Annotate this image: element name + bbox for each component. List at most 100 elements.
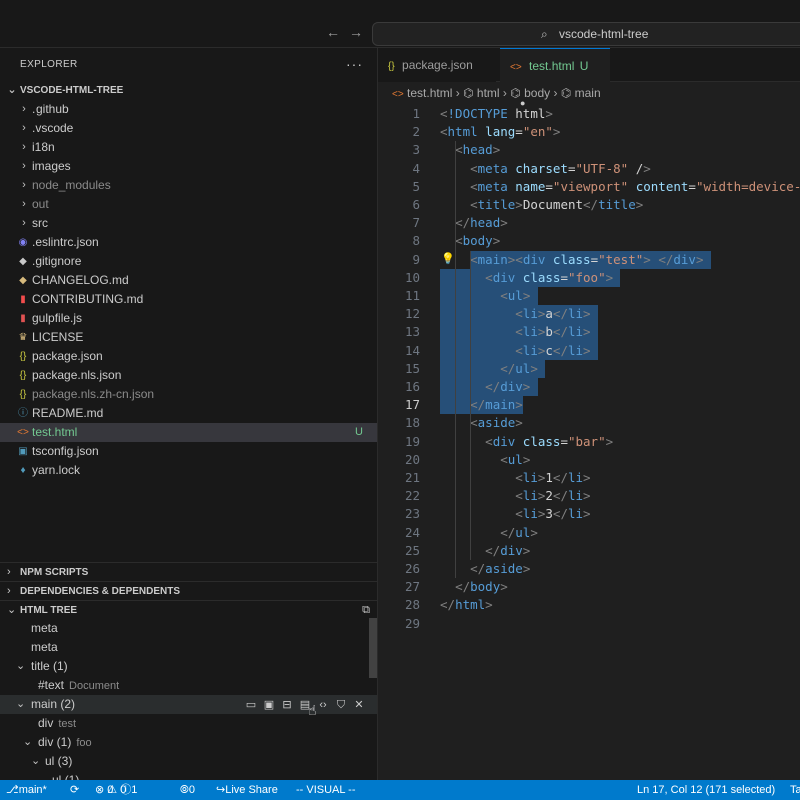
code-line[interactable]: <title>Document</title> [440,196,643,214]
file-item[interactable]: {} package.json [0,347,377,366]
code-line[interactable]: <meta name="viewport" content="width=dev… [440,178,800,196]
more-actions-icon[interactable]: ··· [346,48,363,81]
code-line[interactable]: <li>1</li> [440,469,590,487]
code-line[interactable]: <html lang="en"> [440,123,560,141]
code-line[interactable]: <div class="foo"> [440,269,613,287]
breadcrumb-html[interactable]: html [477,86,500,100]
file-item[interactable]: ◆ .gitignore [0,252,377,271]
breadcrumb-file[interactable]: test.html [407,86,452,100]
tree-row-actions: ▭ ▣ ⊟ ▤ ‹› ⛉ ✕ [244,695,366,714]
scrollbar-thumb[interactable] [369,618,377,678]
npm-scripts-label: NPM SCRIPTS [20,567,89,578]
folder-item[interactable]: › .vscode [0,119,377,138]
code-line[interactable]: <ul> [440,451,530,469]
code-line[interactable]: <ul> [440,287,530,305]
folder-item[interactable]: › i18n [0,138,377,157]
file-item[interactable]: ▮ gulpfile.js [0,309,377,328]
code-line[interactable]: <li>c</li> [440,342,590,360]
select-inner-icon[interactable]: ⊟ [280,698,294,712]
line-number: 27 [404,579,420,595]
dependencies-section[interactable]: › DEPENDENCIES & DEPENDENTS [0,581,377,600]
folder-item[interactable]: › images [0,157,377,176]
file-item[interactable]: {} package.nls.json [0,366,377,385]
tab-test-html[interactable]: <> test.html U ● [500,48,610,108]
html-tree-node[interactable]: #text Document [0,676,377,695]
code-line[interactable]: <head> [440,141,500,159]
problems-status[interactable]: ⊗ 0 ⚠ 0 ⓘ 1 [95,780,137,800]
code-line[interactable]: </aside> [440,560,530,578]
code-line[interactable]: <li>3</li> [440,505,590,523]
tree-node-text: ul (3) [45,752,72,771]
folder-item[interactable]: ›. github [0,100,377,119]
back-arrow-icon[interactable]: ← [326,24,340,40]
chevron-down-icon: ⌄ [7,84,17,96]
file-item[interactable]: ▣ tsconfig.json [0,442,377,461]
html-tree-node[interactable]: div test [0,714,377,733]
html-tree-node[interactable]: ⌄ main (2) ▭ ▣ ⊟ ▤ ‹› ⛉ ✕ [0,695,377,714]
sync-icon[interactable]: ⟳ [70,780,79,800]
code-line[interactable]: <li>b</li> [440,323,590,341]
file-item[interactable]: ◉ .eslintrc.json [0,233,377,252]
chevron-right-icon: › [22,179,26,191]
code-line[interactable]: <meta charset="UTF-8" /> [440,160,651,178]
html-tree-node[interactable]: ⌄ ul (1) [0,771,377,780]
chevron-right-icon: › [22,103,26,115]
folder-item[interactable]: › node_modules [0,176,377,195]
indent-guide [455,141,456,579]
select-node-icon[interactable]: ▭ [244,698,258,712]
html-tree-node[interactable]: meta [0,619,377,638]
code-line[interactable]: <div class="bar"> [440,433,613,451]
command-center[interactable]: ⌕ vscode-html-tree [372,22,800,46]
lock-icon[interactable]: ⛉ [334,698,348,712]
file-item[interactable]: ◆ CHANGELOG.md [0,271,377,290]
code-line[interactable]: </body> [440,578,508,596]
select-children-icon[interactable]: ▣ [262,698,276,712]
code-line[interactable]: </main> [440,396,523,414]
code-line[interactable]: <!DOCTYPE html> [440,105,553,123]
code-line[interactable]: </html> [440,596,493,614]
breadcrumb-body[interactable]: body [524,86,550,100]
ports-status[interactable]: ⦾ 0 [180,780,195,800]
file-item[interactable]: ▮ CONTRIBUTING.md [0,290,377,309]
cursor-position[interactable]: Ln 17, Col 12 (171 selected) [637,780,775,800]
folder-item[interactable]: › src [0,214,377,233]
breadcrumb-main[interactable]: main [575,86,601,100]
npm-scripts-section[interactable]: › NPM SCRIPTS [0,562,377,581]
line-number: 18 [404,415,420,431]
file-item[interactable]: ♛ LICENSE [0,328,377,347]
branch-status[interactable]: ⎇ main* [6,780,47,800]
code-line[interactable]: </head> [440,214,508,232]
line-number: 16 [404,379,420,394]
remove-icon[interactable]: ✕ [352,698,366,712]
reveal-code-icon[interactable]: ‹› [316,698,330,712]
tree-node-text: main (2) [31,695,75,714]
file-item[interactable]: ⓘ README.md [0,404,377,423]
lightbulb-icon[interactable]: 💡 [441,252,455,265]
chevron-right-icon: › [22,198,26,210]
code-line[interactable]: <li>2</li> [440,487,590,505]
code-line[interactable]: <body> [440,232,500,250]
html-tree-node[interactable]: ⌄ div (1) foo [0,733,377,752]
tab-size[interactable]: Ta [790,780,800,800]
code-line[interactable]: </div> [440,542,530,560]
html-tree-node[interactable]: meta [0,638,377,657]
code-line[interactable]: </div> [440,378,530,396]
live-share-button[interactable]: ↪ Live Share [216,780,278,800]
file-item[interactable]: {} package.nls.zh-cn.json [0,385,377,404]
explorer-root[interactable]: ⌄ VSCODE-HTML-TREE [0,81,377,100]
html-tree-node[interactable]: ⌄ ul (3) [0,752,377,771]
html-tree-node[interactable]: ⌄ title (1) [0,657,377,676]
tab-package-json[interactable]: {} package.json [378,48,496,82]
code-line[interactable]: <li>a</li> [440,305,590,323]
item-label: .vscode [32,121,74,135]
file-item[interactable]: ♦ yarn.lock [0,461,377,480]
file-item[interactable]: <> test.html U [0,423,377,442]
chevron-right-icon: › [22,160,26,172]
folder-item[interactable]: › out [0,195,377,214]
html-tree-label: HTML TREE [20,605,78,616]
forward-arrow-icon[interactable]: → [349,24,363,40]
line-number: 9 [412,251,420,267]
code-line[interactable]: <main><div class="test"> </div> [440,251,703,269]
html-tree-section[interactable]: ⌄ HTML TREE ⧉ [0,600,377,619]
code-line[interactable]: <aside> [440,414,523,432]
